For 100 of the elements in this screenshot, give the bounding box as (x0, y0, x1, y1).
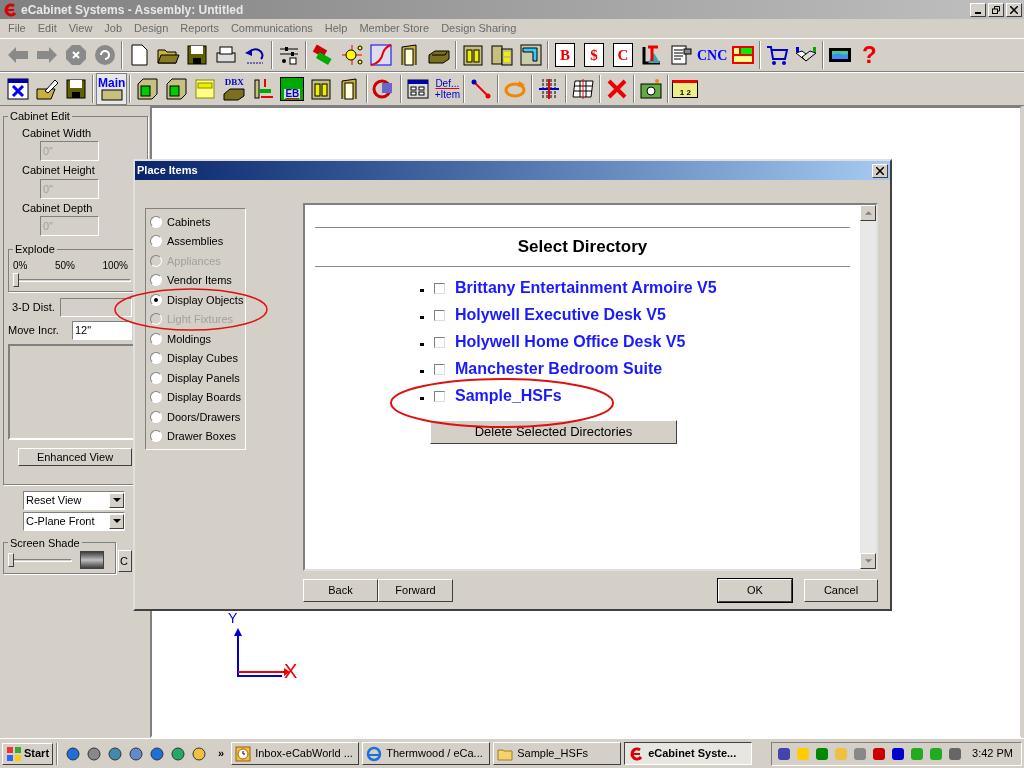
tray-icon[interactable] (890, 745, 907, 762)
cabinets-icon (490, 43, 514, 67)
tray-icon[interactable] (776, 745, 793, 762)
menu-item[interactable]: View (62, 20, 99, 37)
field-label: Cabinet Depth (22, 200, 94, 216)
checkbox[interactable] (434, 390, 445, 402)
dialog-button[interactable]: Cancel (804, 579, 878, 602)
quick-launch-icon[interactable] (86, 745, 103, 762)
directory-link[interactable]: Holywell Executive Desk V5 (455, 303, 666, 327)
radio-option[interactable]: Cabinets (150, 214, 211, 229)
bullet (420, 288, 424, 292)
radio-option[interactable]: Display Cubes (150, 351, 238, 366)
menu-item[interactable]: Design Sharing (435, 20, 523, 37)
scrollbar[interactable] (860, 205, 876, 569)
radio-option[interactable]: Doors/Drawers (150, 409, 241, 424)
distance-field[interactable] (60, 297, 132, 317)
profile-icon (369, 43, 393, 67)
slider-thumb[interactable] (13, 272, 19, 287)
task-button[interactable]: Inbox-eCabWorld ... (231, 742, 360, 765)
radio-option[interactable]: Display Objects (150, 292, 244, 307)
nav-button[interactable]: Back (303, 579, 378, 602)
task-button[interactable]: eCabinet Syste... (624, 742, 753, 765)
increment-field[interactable]: 12" (72, 320, 132, 340)
radio-button[interactable] (150, 215, 162, 228)
dialog-button[interactable]: OK (718, 579, 792, 602)
radio-button[interactable] (150, 274, 162, 287)
menu-item[interactable]: Design (128, 20, 175, 37)
radio-button[interactable] (150, 352, 162, 365)
logo-icon (628, 745, 645, 762)
radio-option[interactable]: Display Boards (150, 390, 241, 405)
close-icon (876, 166, 884, 175)
quick-launch-icon[interactable] (65, 745, 82, 762)
radio-option[interactable]: Display Panels (150, 370, 240, 385)
x-axis-label: X (284, 661, 298, 681)
directory-link[interactable]: Brittany Entertainment Armoire V5 (455, 276, 717, 300)
radio-button[interactable] (150, 371, 162, 384)
radio-option[interactable]: Moldings (150, 331, 212, 346)
bullet (420, 315, 424, 319)
quick-launch-icon[interactable] (149, 745, 166, 762)
parallel-lines-icon (537, 77, 562, 101)
checkbox[interactable] (434, 363, 445, 375)
radio-option[interactable]: Assemblies (150, 234, 224, 249)
slider[interactable] (13, 272, 131, 287)
radio-button[interactable] (150, 293, 162, 306)
toolbar-button[interactable]: DBX (220, 73, 249, 105)
radio-button[interactable] (150, 235, 162, 248)
slider-tick-label: 100% (102, 258, 128, 273)
group-title: Cabinet Edit (9, 109, 71, 124)
start-button[interactable]: Start (2, 742, 54, 765)
menu-item[interactable]: Member Store (353, 20, 436, 37)
directory-link[interactable]: Holywell Home Office Desk V5 (455, 330, 686, 354)
radio-option[interactable]: Drawer Boxes (150, 429, 237, 444)
radio-button[interactable] (150, 410, 162, 423)
checkbox[interactable] (434, 282, 445, 294)
toolbar-button[interactable]: Main (96, 73, 128, 105)
menu-item[interactable]: Help (318, 20, 354, 37)
enhanced-view-button[interactable]: Enhanced View (18, 447, 132, 466)
quick-launch-icon[interactable] (191, 745, 208, 762)
menu-item[interactable]: Communications (224, 20, 319, 37)
view-dropdown[interactable]: Reset View (23, 490, 125, 510)
shade-swatch[interactable] (80, 551, 104, 569)
group-title: Explode (14, 242, 56, 257)
task-button[interactable]: Sample_HSFs (493, 742, 622, 765)
document-hand-icon (669, 43, 693, 67)
tray-icon[interactable] (947, 745, 964, 762)
more-button[interactable]: » (214, 745, 229, 762)
minimize-button[interactable] (970, 2, 986, 17)
slider[interactable] (8, 553, 72, 567)
close-button[interactable] (1006, 2, 1022, 17)
slider-thumb[interactable] (8, 553, 14, 567)
nav-button[interactable]: Forward (378, 579, 453, 602)
radio-option[interactable]: Vendor Items (150, 273, 232, 288)
panel-heading: Select Directory (516, 236, 649, 258)
quick-launch-icon[interactable] (107, 745, 124, 762)
close-icon (1010, 5, 1018, 14)
y-axis-label: Y (228, 611, 238, 625)
button-label: Def... (435, 78, 460, 89)
checkbox[interactable] (434, 309, 445, 321)
menu-item[interactable]: Reports (174, 20, 225, 37)
view-dropdown[interactable]: C-Plane Front (23, 511, 125, 531)
task-button[interactable]: Thermwood / eCa... (362, 742, 491, 765)
radio-button[interactable] (150, 332, 162, 345)
menu-item[interactable]: Job (98, 20, 129, 37)
menu-item[interactable]: File (2, 20, 32, 37)
radio-button[interactable] (150, 430, 162, 443)
tray-icon[interactable] (814, 745, 831, 762)
drawer-icon (193, 77, 218, 101)
close-button[interactable] (872, 163, 888, 178)
quick-launch-icon[interactable] (170, 745, 187, 762)
delete-directories-button[interactable]: Delete Selected Directories (430, 419, 677, 444)
menu-item[interactable]: Edit (31, 20, 63, 37)
toolbar-button[interactable]: Def... +Item (433, 73, 462, 105)
restore-button[interactable] (988, 2, 1004, 17)
toolbar-button[interactable]: CNC (696, 39, 729, 71)
tray-icon[interactable] (871, 745, 888, 762)
radio-button[interactable] (150, 391, 162, 404)
directory-link[interactable]: Manchester Bedroom Suite (455, 357, 663, 381)
quick-launch-icon[interactable] (128, 745, 145, 762)
change-button[interactable]: C (118, 550, 132, 572)
checkbox[interactable] (434, 336, 445, 348)
